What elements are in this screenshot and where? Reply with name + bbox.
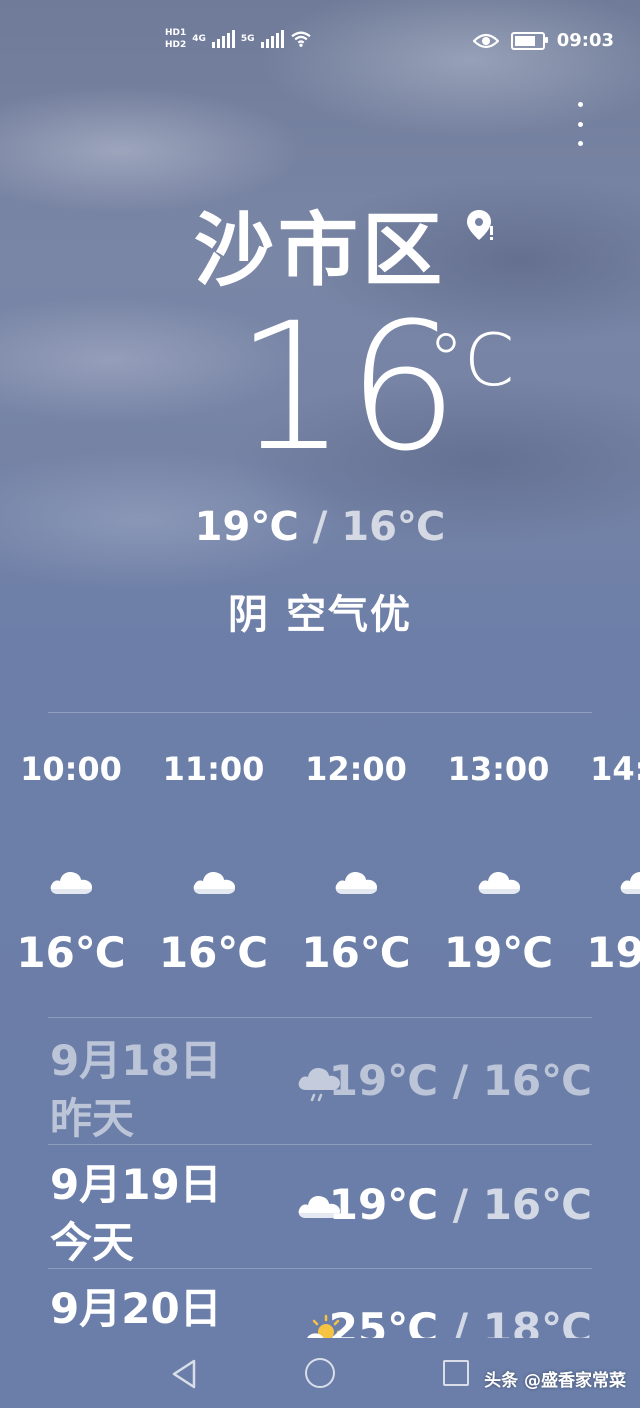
- hourly-item: 14:00 19℃: [570, 750, 640, 977]
- daily-row[interactable]: 9月18日昨天 19℃ / 16℃: [48, 1022, 592, 1146]
- day-low: 18℃: [482, 1304, 592, 1338]
- hour-temperature: 19℃: [586, 928, 640, 977]
- day-temperature-range: 19℃ / 16℃: [329, 1056, 592, 1105]
- hourly-item: 10:00 16℃: [0, 750, 142, 977]
- day-high: 19℃: [328, 1180, 439, 1229]
- wifi-icon: [290, 31, 311, 47]
- day-date-block: 9月19日今天: [50, 1156, 222, 1272]
- system-indicators: 09:03: [472, 30, 614, 51]
- hour-temperature: 19℃: [443, 928, 554, 977]
- day-date-block: 9月18日昨天: [50, 1032, 222, 1148]
- back-icon[interactable]: [170, 1358, 198, 1390]
- network-type-1: 4G: [192, 34, 206, 44]
- hour-time: 13:00: [447, 750, 550, 788]
- location-pin-icon: [467, 210, 493, 240]
- battery-fill: [514, 35, 536, 46]
- hour-time: 12:00: [305, 750, 407, 788]
- divider: [48, 1017, 592, 1018]
- recent-apps-icon[interactable]: [443, 1360, 469, 1386]
- signal-bars-icon: [211, 30, 235, 48]
- hour-time: 11:00: [162, 750, 265, 788]
- day-date: 9月18日: [50, 1036, 222, 1085]
- status-bar: HD1 HD2 4G 5G 09:03: [0, 26, 640, 66]
- clock-time: 09:03: [556, 30, 614, 51]
- day-date: 9月20日: [50, 1284, 222, 1333]
- weather-condition-aqi: 阴 空气优: [228, 592, 412, 638]
- current-temperature: 16: [235, 285, 459, 490]
- cloud-icon: [570, 866, 640, 906]
- range-separator: /: [438, 1304, 483, 1338]
- hd1-label: HD1: [165, 28, 187, 38]
- hd2-label: HD2: [165, 40, 187, 50]
- range-separator: /: [438, 1180, 483, 1229]
- daily-row[interactable]: 9月19日今天 19℃ / 16℃: [48, 1146, 592, 1270]
- day-low: 16℃: [482, 1056, 592, 1105]
- day-temperature-range: 25℃ / 18℃: [329, 1304, 592, 1338]
- cloud-icon: [428, 866, 570, 906]
- more-options-icon[interactable]: [576, 102, 584, 146]
- cloud-icon: [143, 866, 285, 906]
- network-type-2: 5G: [240, 34, 255, 44]
- cloud-icon: [285, 866, 427, 906]
- divider: [48, 1144, 592, 1145]
- day-label: 昨天: [50, 1094, 135, 1143]
- signal-bars-icon-2: [260, 30, 284, 48]
- home-icon[interactable]: [305, 1358, 335, 1388]
- eye-icon: [472, 33, 499, 48]
- hour-temperature: 16℃: [16, 928, 126, 977]
- day-low: 16℃: [482, 1180, 592, 1229]
- daily-row[interactable]: 9月20日 25℃ / 18℃: [48, 1270, 592, 1338]
- hourly-forecast[interactable]: 10:00 16℃ 11:00 16℃ 12:00 16℃ 13:00 19℃ 14:00 19℃: [0, 750, 640, 990]
- temperature-unit: °C: [428, 318, 515, 402]
- hour-temperature: 16℃: [301, 928, 411, 977]
- divider: [48, 712, 592, 713]
- hour-temperature: 16℃: [158, 928, 269, 977]
- watermark: 头条 @盛香家常菜: [484, 1371, 626, 1391]
- day-high: 19℃: [328, 1056, 439, 1105]
- hour-time: 14:00: [590, 750, 640, 788]
- hourly-item: 12:00 16℃: [285, 750, 427, 977]
- hourly-item: 11:00 16℃: [143, 750, 285, 977]
- today-low: 16℃: [341, 504, 446, 550]
- day-label: 今天: [50, 1218, 135, 1267]
- day-date-block: 9月20日: [50, 1280, 222, 1338]
- day-high: 25℃: [328, 1304, 439, 1338]
- battery-icon: [510, 31, 548, 50]
- network-indicators: HD1 HD2 4G 5G: [165, 28, 312, 50]
- hourly-item: 13:00 19℃: [428, 750, 570, 977]
- day-date: 9月19日: [50, 1160, 222, 1209]
- today-temperature-range: 19℃ / 16℃: [0, 504, 640, 550]
- today-high: 19℃: [194, 504, 299, 550]
- hd-voice-indicator: HD1 HD2: [165, 28, 186, 50]
- range-separator: /: [298, 504, 342, 550]
- cloud-icon: [0, 866, 142, 906]
- hour-time: 10:00: [20, 750, 122, 788]
- range-separator: /: [438, 1056, 483, 1105]
- day-temperature-range: 19℃ / 16℃: [329, 1180, 592, 1229]
- divider: [48, 1268, 592, 1269]
